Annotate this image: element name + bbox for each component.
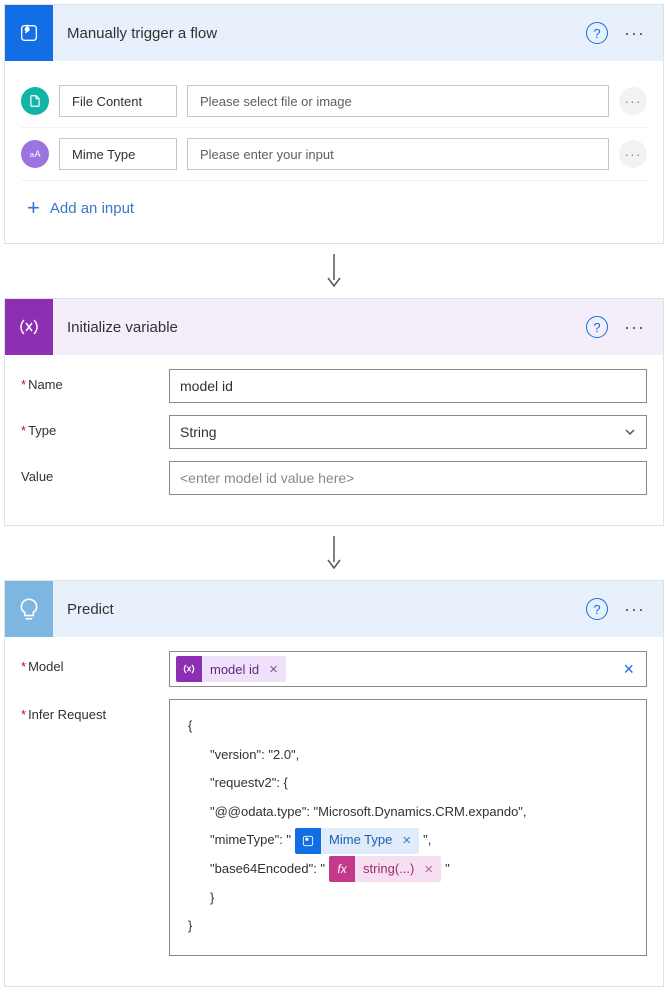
model-token[interactable]: model id ×: [176, 656, 286, 682]
value-label: Value: [21, 461, 169, 484]
file-icon: [21, 87, 49, 115]
code-line: }: [188, 884, 628, 913]
help-icon[interactable]: ?: [586, 598, 608, 620]
input-row-file: File Content Please select file or image…: [21, 75, 647, 128]
fx-icon: fx: [329, 856, 355, 882]
input-value[interactable]: Please enter your input: [187, 138, 609, 170]
arrow-connector: [4, 248, 664, 298]
input-row-mime: aA Mime Type Please enter your input ···: [21, 128, 647, 181]
predict-card: Predict ? ··· Model model id × × Infer R…: [4, 580, 664, 987]
name-input[interactable]: model id: [169, 369, 647, 403]
add-input-label: Add an input: [50, 200, 134, 217]
model-row: Model model id × ×: [21, 651, 647, 687]
chevron-down-icon: [624, 426, 636, 438]
infer-request-input[interactable]: { "version": "2.0", "requestv2": { "@@od…: [169, 699, 647, 956]
code-line: }: [188, 912, 628, 941]
model-input[interactable]: model id × ×: [169, 651, 647, 687]
input-more-icon[interactable]: ···: [619, 140, 647, 168]
help-icon[interactable]: ?: [586, 22, 608, 44]
add-input-button[interactable]: + Add an input: [21, 181, 647, 225]
predict-header[interactable]: Predict ? ···: [5, 581, 663, 637]
token-label: string(...): [355, 856, 422, 882]
plus-icon: +: [27, 195, 40, 221]
code-line: "base64Encoded": " fx string(...) × ": [188, 855, 628, 884]
token-remove-icon[interactable]: ×: [422, 856, 441, 882]
code-line: {: [188, 712, 628, 741]
variable-icon: [5, 299, 53, 355]
name-label: Name: [21, 369, 169, 392]
trigger-icon: [5, 5, 53, 61]
value-row: Value <enter model id value here>: [21, 461, 647, 495]
initvar-header[interactable]: Initialize variable ? ···: [5, 299, 663, 355]
more-icon[interactable]: ···: [618, 599, 651, 620]
predict-title: Predict: [53, 601, 586, 618]
clear-icon[interactable]: ×: [617, 659, 640, 680]
expression-token[interactable]: fx string(...) ×: [329, 856, 441, 882]
code-line: "version": "2.0",: [188, 741, 628, 770]
value-input[interactable]: <enter model id value here>: [169, 461, 647, 495]
code-line: "requestv2": {: [188, 769, 628, 798]
svg-text:A: A: [34, 149, 41, 159]
trigger-title: Manually trigger a flow: [53, 25, 586, 42]
input-more-icon[interactable]: ···: [619, 87, 647, 115]
code-line: "@@odata.type": "Microsoft.Dynamics.CRM.…: [188, 798, 628, 827]
input-label[interactable]: Mime Type: [59, 138, 177, 170]
infer-label: Infer Request: [21, 699, 169, 722]
variable-token-icon: [176, 656, 202, 682]
mime-type-token[interactable]: Mime Type ×: [295, 828, 419, 854]
initvar-body: Name model id Type String Value <enter m…: [5, 355, 663, 525]
type-value: String: [180, 424, 217, 440]
initvar-card: Initialize variable ? ··· Name model id …: [4, 298, 664, 526]
trigger-card: Manually trigger a flow ? ··· File Conte…: [4, 4, 664, 244]
model-label: Model: [21, 651, 169, 674]
token-remove-icon[interactable]: ×: [400, 828, 419, 854]
input-label[interactable]: File Content: [59, 85, 177, 117]
infer-row: Infer Request { "version": "2.0", "reque…: [21, 699, 647, 956]
trigger-header[interactable]: Manually trigger a flow ? ···: [5, 5, 663, 61]
arrow-connector: [4, 530, 664, 580]
input-value[interactable]: Please select file or image: [187, 85, 609, 117]
trigger-body: File Content Please select file or image…: [5, 61, 663, 243]
token-label: Mime Type: [321, 828, 400, 854]
code-line: "mimeType": " Mime Type × ",: [188, 826, 628, 855]
more-icon[interactable]: ···: [618, 317, 651, 338]
type-row: Type String: [21, 415, 647, 449]
text-icon: aA: [21, 140, 49, 168]
initvar-title: Initialize variable: [53, 319, 586, 336]
name-row: Name model id: [21, 369, 647, 403]
more-icon[interactable]: ···: [618, 23, 651, 44]
type-select[interactable]: String: [169, 415, 647, 449]
token-remove-icon[interactable]: ×: [267, 661, 286, 678]
type-label: Type: [21, 415, 169, 438]
predict-icon: [5, 581, 53, 637]
help-icon[interactable]: ?: [586, 316, 608, 338]
token-label: model id: [202, 662, 267, 677]
predict-body: Model model id × × Infer Request { "vers…: [5, 637, 663, 986]
trigger-token-icon: [295, 828, 321, 854]
